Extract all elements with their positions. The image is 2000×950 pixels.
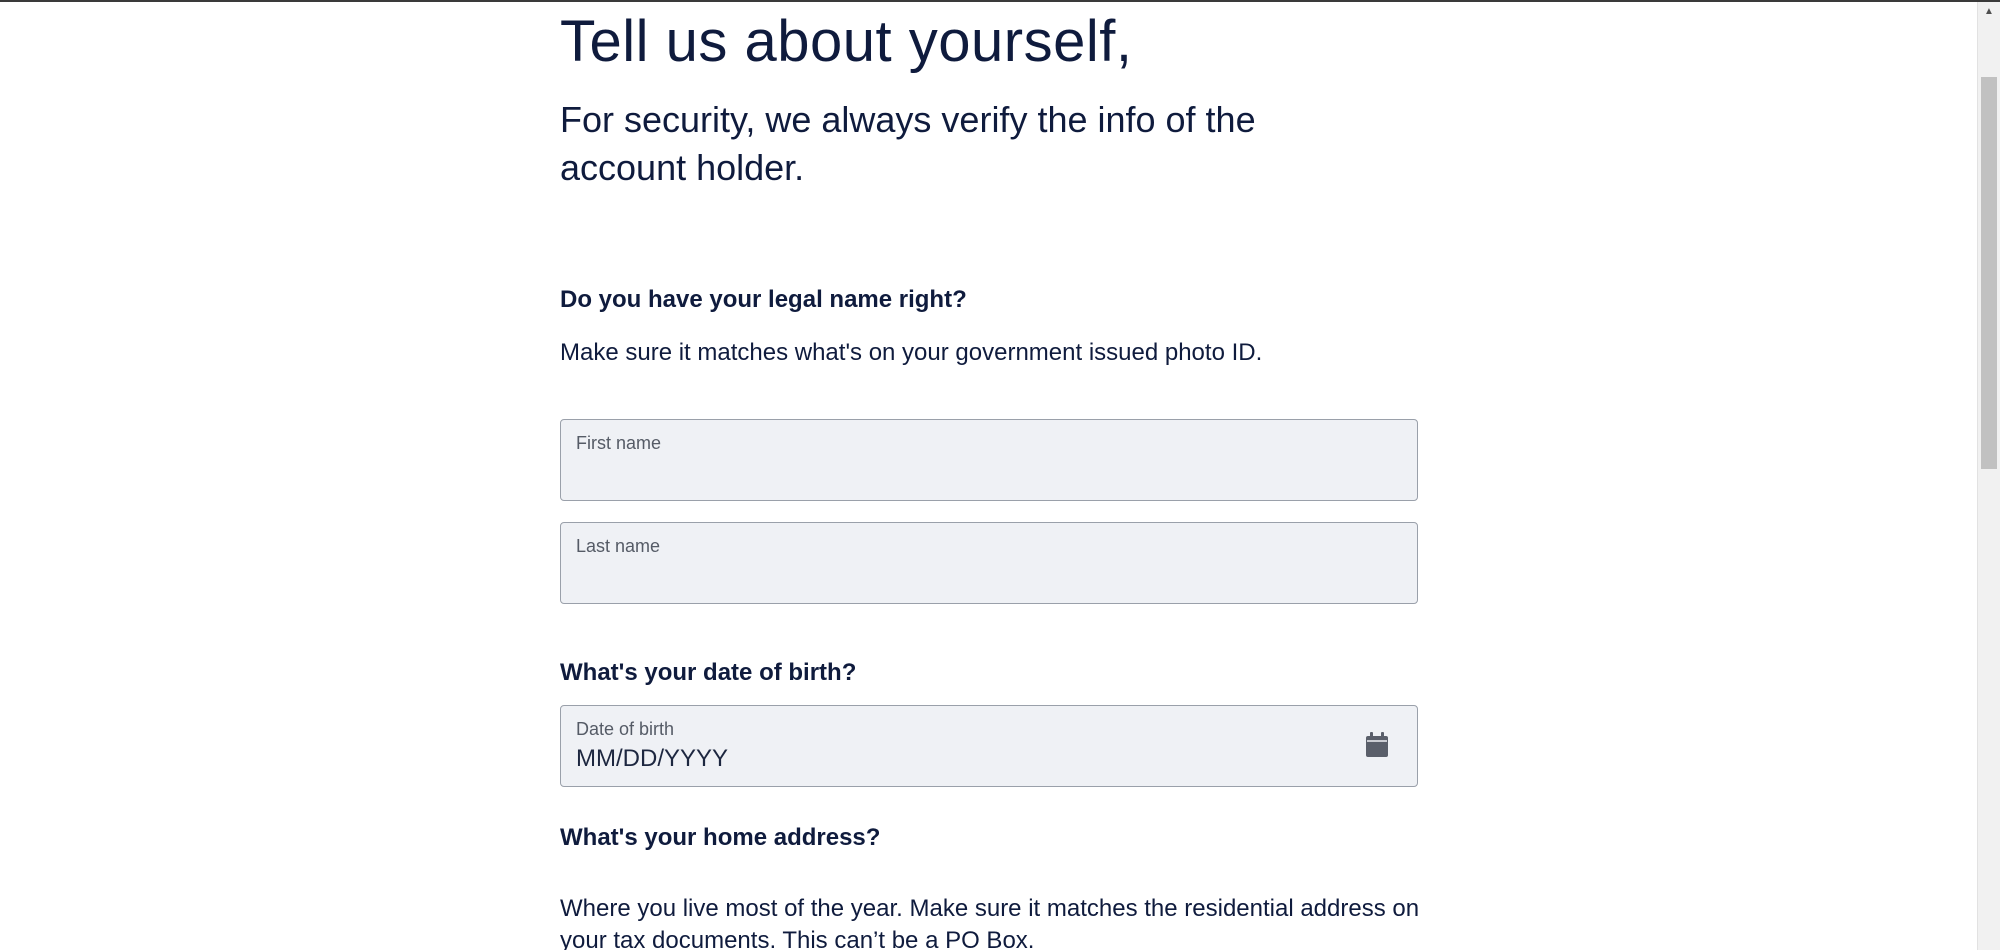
first-name-label: First name (576, 433, 662, 453)
scroll-up-arrow-icon[interactable]: ▲ (1978, 4, 2000, 20)
calendar-icon[interactable] (1365, 732, 1389, 758)
vertical-scrollbar[interactable]: ▲ (1977, 2, 2000, 950)
dob-heading: What's your date of birth? (560, 659, 857, 686)
home-address-help-text: Where you live most of the year. Make su… (560, 895, 1420, 950)
page-subtitle: For security, we always verify the info … (560, 99, 1256, 188)
first-name-field[interactable]: First name (560, 419, 1418, 501)
date-of-birth-label: Date of birth (576, 719, 675, 739)
last-name-field[interactable]: Last name (560, 522, 1418, 604)
page: Tell us about yourself, For security, we… (0, 0, 2000, 950)
date-of-birth-input[interactable] (576, 742, 1336, 776)
last-name-label: Last name (576, 536, 661, 556)
legal-name-heading: Do you have your legal name right? (560, 286, 967, 313)
legal-name-help-text: Make sure it matches what's on your gove… (560, 339, 1263, 366)
home-address-heading: What's your home address? (560, 824, 881, 851)
date-of-birth-field[interactable]: Date of birth (560, 705, 1418, 787)
page-title: Tell us about yourself, (560, 9, 1133, 74)
last-name-input[interactable] (576, 559, 1336, 593)
first-name-input[interactable] (576, 456, 1336, 490)
scrollbar-thumb[interactable] (1981, 77, 1997, 469)
